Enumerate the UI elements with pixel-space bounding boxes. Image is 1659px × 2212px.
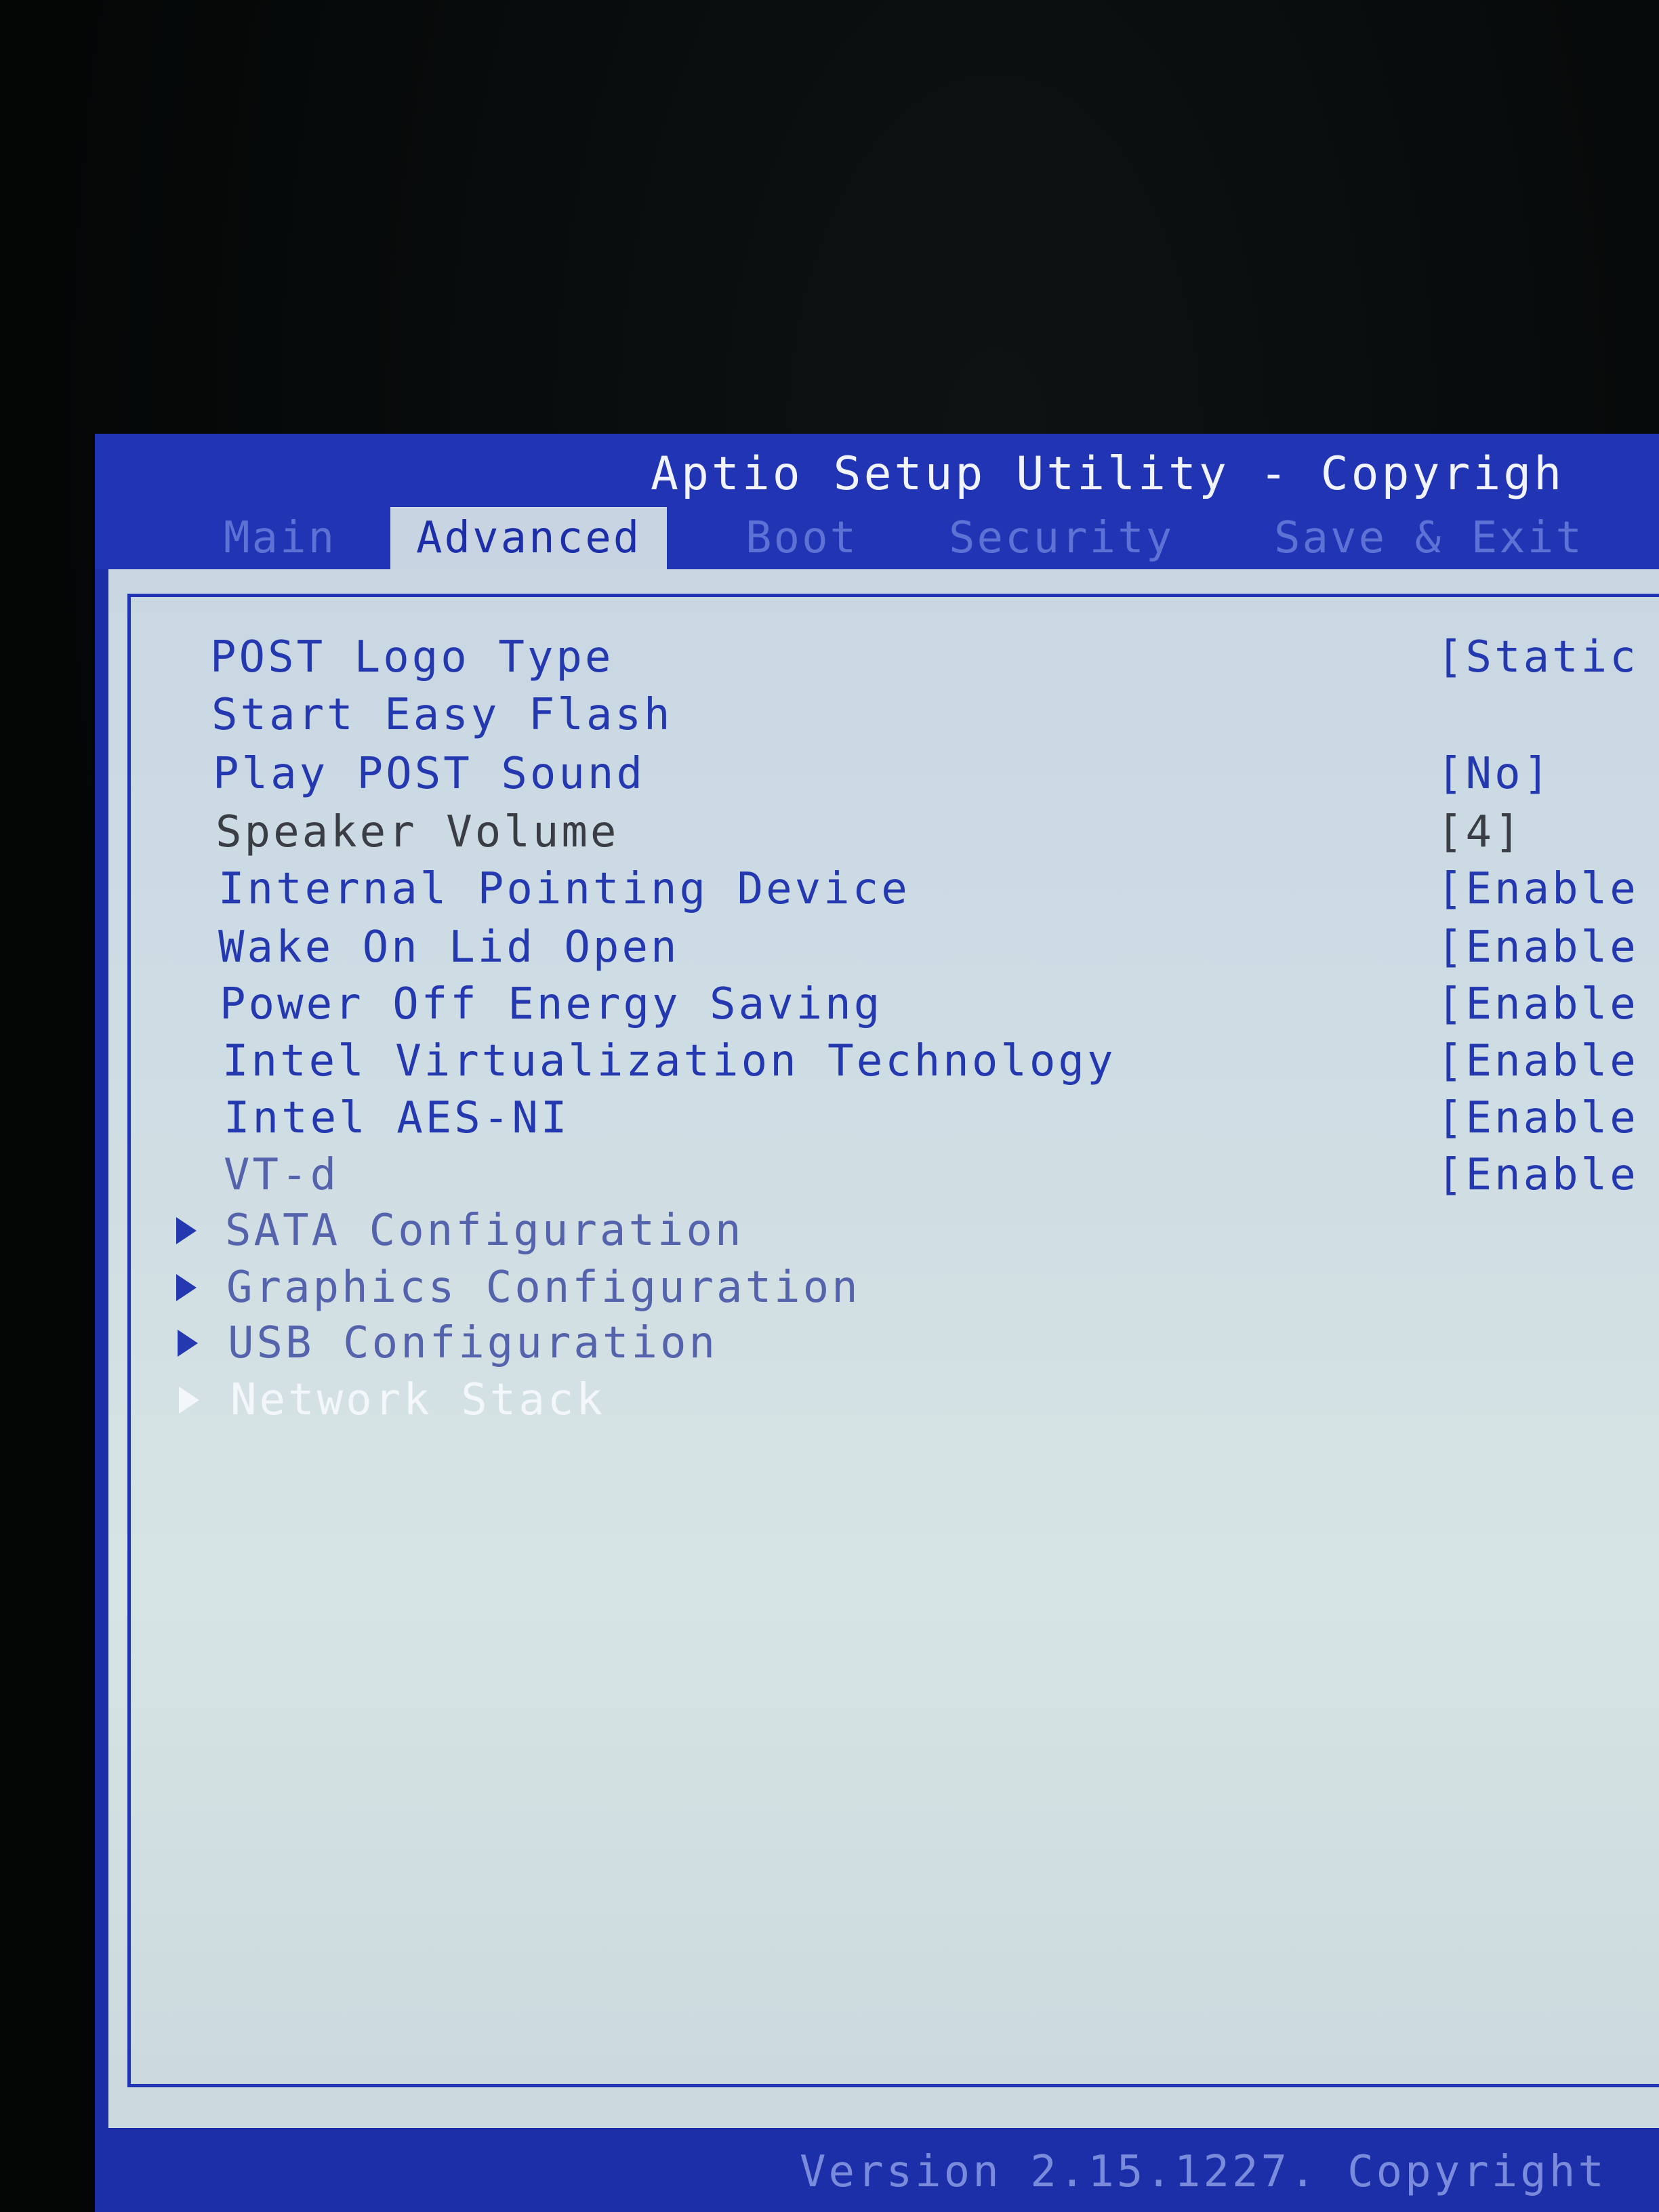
setting-value[interactable]: [4] — [1437, 805, 1523, 859]
setting-row-internal-pointing-device[interactable]: Internal Pointing Device [Enable — [108, 862, 1659, 916]
submenu-arrow-icon — [176, 1217, 197, 1244]
setting-label: Start Easy Flash — [211, 690, 673, 740]
setting-row-intel-virtualization[interactable]: Intel Virtualization Technology [Enable — [108, 1034, 1659, 1088]
submenu-label: Graphics Configuration — [226, 1263, 861, 1313]
tab-advanced[interactable]: Advanced — [390, 507, 668, 569]
version-text: Version 2.15.1227. Copyright — [800, 2147, 1607, 2197]
setting-row-wake-on-lid-open[interactable]: Wake On Lid Open [Enable — [108, 920, 1659, 975]
setting-row-speaker-volume[interactable]: Speaker Volume [4] — [108, 805, 1659, 859]
setting-label: Power Off Energy Saving — [220, 979, 883, 1029]
setting-row-play-post-sound[interactable]: Play POST Sound [No] — [108, 747, 1659, 801]
submenu-network-stack[interactable]: Network Stack — [108, 1373, 1659, 1427]
setting-label: Speaker Volume — [216, 807, 619, 857]
footer-bar: Version 2.15.1227. Copyright — [156, 2128, 1659, 2212]
submenu-label: SATA Configuration — [225, 1206, 744, 1256]
tab-bar: Main Advanced Boot Security Save & Exit — [95, 501, 1659, 569]
setting-value[interactable]: [Enable — [1437, 1148, 1639, 1202]
setting-label: Internal Pointing Device — [218, 864, 910, 914]
bios-screen: Aptio Setup Utility - Copyrigh Main Adva… — [95, 434, 1659, 2212]
setting-row-vt-d[interactable]: VT-d [Enable — [108, 1148, 1659, 1202]
submenu-sata-configuration[interactable]: SATA Configuration — [108, 1204, 1659, 1258]
submenu-usb-configuration[interactable]: USB Configuration — [108, 1316, 1659, 1370]
title-bar: Aptio Setup Utility - Copyrigh — [95, 434, 1659, 501]
setting-value[interactable]: [Enable — [1437, 920, 1639, 975]
setting-label: Wake On Lid Open — [218, 922, 680, 972]
submenu-label: USB Configuration — [228, 1318, 718, 1368]
setting-label: Intel Virtualization Technology — [222, 1036, 1116, 1086]
tab-save-exit[interactable]: Save & Exit — [1274, 507, 1584, 569]
utility-title: Aptio Setup Utility - Copyrigh — [651, 447, 1565, 501]
tab-security[interactable]: Security — [949, 507, 1174, 569]
setting-value[interactable]: [Enable — [1437, 862, 1639, 916]
setting-row-start-easy-flash[interactable]: Start Easy Flash — [108, 688, 1659, 742]
submenu-arrow-icon — [178, 1330, 198, 1357]
tab-boot[interactable]: Boot — [745, 507, 858, 569]
submenu-graphics-configuration[interactable]: Graphics Configuration — [108, 1261, 1659, 1315]
setting-label: Intel AES-NI — [224, 1093, 570, 1143]
setting-value[interactable]: [Enable — [1437, 1091, 1639, 1145]
setting-label: Play POST Sound — [213, 749, 645, 799]
setting-row-intel-aes-ni[interactable]: Intel AES-NI [Enable — [108, 1091, 1659, 1145]
setting-row-power-off-energy-saving[interactable]: Power Off Energy Saving [Enable — [108, 977, 1659, 1031]
submenu-label: Network Stack — [230, 1375, 605, 1425]
settings-panel: POST Logo Type [Static Start Easy Flash … — [108, 569, 1659, 2128]
setting-value[interactable]: [Static — [1437, 630, 1639, 684]
setting-row-post-logo-type[interactable]: POST Logo Type [Static — [108, 630, 1659, 684]
setting-value[interactable]: [Enable — [1437, 1034, 1639, 1088]
setting-label: VT-d — [224, 1150, 340, 1200]
submenu-arrow-icon — [179, 1387, 199, 1414]
setting-value[interactable]: [Enable — [1437, 977, 1639, 1031]
tab-main[interactable]: Main — [224, 507, 336, 569]
setting-value[interactable]: [No] — [1437, 747, 1552, 801]
submenu-arrow-icon — [176, 1274, 197, 1301]
setting-label: POST Logo Type — [210, 632, 614, 682]
